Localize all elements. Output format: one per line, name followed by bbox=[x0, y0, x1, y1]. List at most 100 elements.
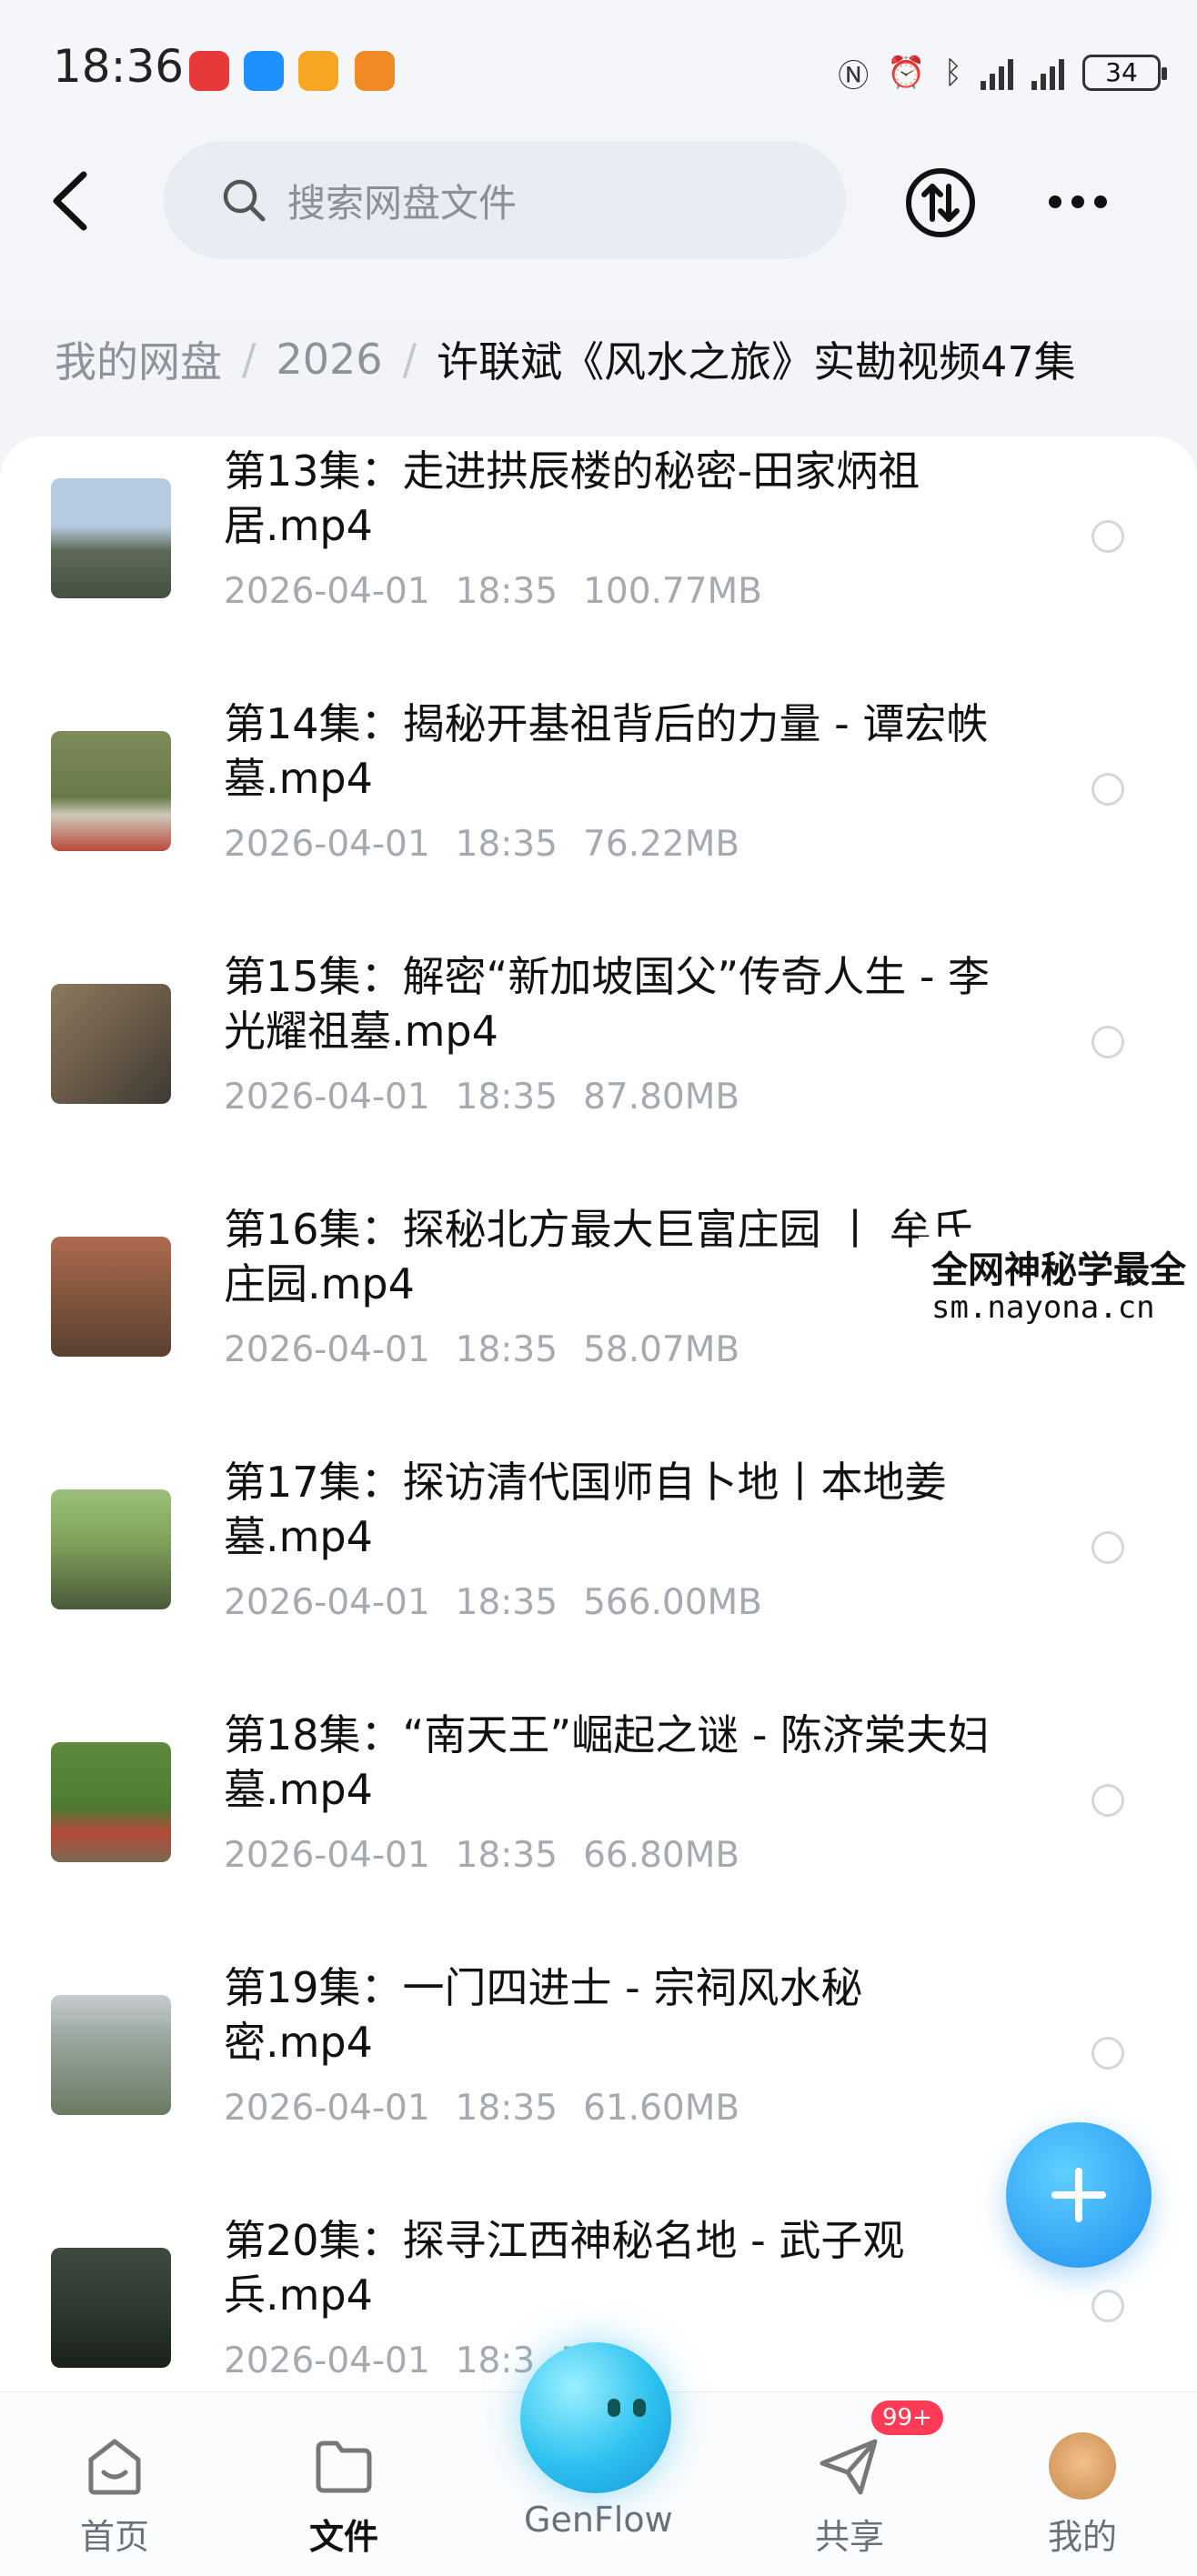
file-time: 18:35 bbox=[455, 571, 558, 612]
video-thumbnail bbox=[51, 1237, 171, 1357]
status-indicators: Ⓝ ⏰ ᛒ 34 bbox=[838, 47, 1167, 98]
file-row[interactable]: 第17集：探访清代国师自卜地丨本地姜墓.mp4 2026-04-01 18:35 5… bbox=[0, 1455, 1197, 1708]
orange-video-icon bbox=[298, 51, 338, 91]
file-name: 第13集：走进拱辰楼的秘密-田家炳祖居.mp4 bbox=[224, 446, 920, 550]
file-row[interactable]: 第15集：解密“新加坡国父”传奇人生 - 李光耀祖墓.mp4 2026-04-0… bbox=[0, 949, 1197, 1202]
search-placeholder: 搜索网盘文件 bbox=[287, 180, 518, 226]
select-radio[interactable] bbox=[1091, 2290, 1124, 2322]
video-thumbnail bbox=[51, 1742, 171, 1862]
breadcrumb-separator: / bbox=[402, 335, 417, 384]
nav-label: 共享 bbox=[814, 2517, 884, 2557]
file-name: 第19集：一门四进士 - 宗祠风水秘密.mp4 bbox=[224, 1963, 863, 2067]
file-row[interactable]: 第13集：走进拱辰楼的秘密-田家炳祖居.mp4 2026-04-01 18:35 1… bbox=[0, 444, 1197, 697]
file-row[interactable]: 第18集：“南天王”崛起之谜 - 陈济棠夫妇墓.mp4 2026-04-01 18… bbox=[0, 1708, 1197, 1960]
file-date: 2026-04-01 bbox=[224, 1329, 430, 1370]
select-radio[interactable] bbox=[1091, 1531, 1124, 1564]
file-date: 2026-04-01 bbox=[224, 2088, 430, 2129]
breadcrumb-item-current: 许联斌《风水之旅》实勘视频47集 bbox=[437, 337, 1076, 386]
file-size: 100.77MB bbox=[583, 571, 762, 612]
file-time: 18:35 bbox=[455, 1077, 558, 1118]
file-name: 第20集：探寻江西神秘名地 - 武子观兵.mp4 bbox=[224, 2216, 905, 2320]
nfc-icon: Ⓝ bbox=[838, 57, 870, 95]
nav-item-share[interactable]: 共享 bbox=[777, 2429, 922, 2559]
file-row[interactable]: 第14集：揭秘开基祖背后的力量 - 谭宏帙墓.mp4 2026-04-01 18:… bbox=[0, 697, 1197, 949]
battery-icon: 34 bbox=[1082, 55, 1167, 91]
file-size: 66.80MB bbox=[583, 1835, 740, 1876]
file-meta: 2026-04-01 18:35 66.80MB bbox=[224, 1835, 765, 1876]
file-date: 2026-04-01 bbox=[224, 1077, 430, 1118]
blue-weather-icon bbox=[244, 51, 284, 91]
file-date: 2026-04-01 bbox=[224, 1835, 430, 1876]
file-time: 18:35 bbox=[455, 824, 558, 865]
file-time: 18:35 bbox=[455, 1329, 558, 1370]
avatar-icon bbox=[1049, 2432, 1116, 2500]
file-size: 61.60MB bbox=[583, 2088, 740, 2129]
file-name: 第17集：探访清代国师自卜地丨本地姜墓.mp4 bbox=[224, 1458, 947, 1561]
file-meta: 2026-04-01 18:35 61.60MB bbox=[224, 2088, 765, 2129]
nav-label: GenFlow bbox=[524, 2500, 673, 2540]
file-meta: 2026-04-01 18:35 76.22MB bbox=[224, 824, 765, 865]
back-arrow-icon[interactable] bbox=[45, 169, 100, 233]
select-radio[interactable] bbox=[1091, 2037, 1124, 2070]
video-thumbnail bbox=[51, 478, 171, 598]
add-button[interactable] bbox=[1006, 2122, 1152, 2268]
folder-icon bbox=[316, 2441, 372, 2493]
nav-label: 我的 bbox=[1047, 2517, 1117, 2557]
file-time: 18:35 bbox=[455, 2088, 558, 2129]
nav-item-home[interactable]: 首页 bbox=[42, 2429, 187, 2559]
video-thumbnail bbox=[51, 984, 171, 1104]
search-icon bbox=[223, 179, 266, 222]
share-icon bbox=[820, 2439, 878, 2495]
nav-item-genflow[interactable]: GenFlow bbox=[524, 2500, 673, 2540]
signal-icon bbox=[981, 55, 1013, 90]
select-radio[interactable] bbox=[1091, 1026, 1124, 1058]
file-name: 第18集：“南天王”崛起之谜 - 陈济棠夫妇墓.mp4 bbox=[224, 1710, 991, 1814]
file-meta: 2026-04-01 18:35 87.80MB bbox=[224, 1077, 765, 1118]
video-thumbnail bbox=[51, 1489, 171, 1609]
watermark-line-1: 全网神秘学最全 bbox=[931, 1249, 1186, 1291]
bluetooth-icon: ᛒ bbox=[943, 55, 962, 91]
video-thumbnail bbox=[51, 731, 171, 851]
genflow-icon[interactable] bbox=[520, 2342, 671, 2493]
breadcrumb-separator: / bbox=[242, 335, 256, 384]
nav-label: 文件 bbox=[308, 2517, 378, 2557]
watermark-line-2: sm.nayona.cn bbox=[931, 1289, 1155, 1326]
file-time: 18:35 bbox=[455, 1582, 558, 1623]
file-size: 58.07MB bbox=[583, 1329, 740, 1370]
file-size: 87.80MB bbox=[583, 1077, 740, 1118]
file-meta: 2026-04-01 18:35 566.00MB bbox=[224, 1582, 788, 1623]
video-thumbnail bbox=[51, 1995, 171, 2115]
orange-box-icon bbox=[355, 51, 395, 91]
file-date: 2026-04-01 bbox=[224, 824, 430, 865]
file-meta: 2026-04-01 18:35 58.07MB bbox=[224, 1329, 765, 1370]
select-radio[interactable] bbox=[1091, 1784, 1124, 1817]
video-thumbnail bbox=[51, 2248, 171, 2368]
file-name: 第15集：解密“新加坡国父”传奇人生 - 李光耀祖墓.mp4 bbox=[224, 952, 991, 1056]
nav-item-me[interactable]: 我的 bbox=[1010, 2429, 1155, 2559]
status-bar: 18:36 Ⓝ ⏰ ᛒ 34 bbox=[0, 0, 1197, 136]
file-date: 2026-04-01 bbox=[224, 571, 430, 612]
select-radio[interactable] bbox=[1091, 520, 1124, 553]
red-app-icon bbox=[189, 51, 229, 91]
nav-item-files[interactable]: 文件 bbox=[271, 2429, 417, 2559]
file-name: 第16集：探秘北方最大巨富庄园 丨 牟氏庄园.mp4 bbox=[224, 1205, 973, 1308]
file-meta: 2026-04-01 18:35 100.77MB bbox=[224, 571, 788, 612]
breadcrumb-item-root[interactable]: 我的网盘 bbox=[55, 329, 222, 389]
watermark: 全网神秘学最全 sm.nayona.cn bbox=[919, 1237, 1197, 1337]
search-bar[interactable]: 搜索网盘文件 bbox=[164, 141, 846, 259]
file-date: 2026-04-01 bbox=[224, 2340, 430, 2381]
file-date: 2026-04-01 bbox=[224, 1582, 430, 1623]
more-options-icon[interactable] bbox=[1046, 191, 1110, 213]
file-list: 第13集：走进拱辰楼的秘密-田家炳祖居.mp4 2026-04-01 18:35 1… bbox=[0, 436, 1197, 2391]
breadcrumb-item-year[interactable]: 2026 bbox=[277, 335, 383, 384]
home-icon bbox=[88, 2439, 141, 2495]
status-time: 18:36 bbox=[53, 40, 185, 93]
file-time: 18:35 bbox=[455, 1835, 558, 1876]
file-size: 76.22MB bbox=[583, 824, 740, 865]
select-radio[interactable] bbox=[1091, 773, 1124, 806]
share-badge: 99+ bbox=[871, 2401, 943, 2435]
file-name: 第14集：揭秘开基祖背后的力量 - 谭宏帙墓.mp4 bbox=[224, 699, 989, 803]
file-time: 18:3 bbox=[455, 2340, 536, 2381]
file-size: 566.00MB bbox=[583, 1582, 762, 1623]
transfer-icon[interactable] bbox=[904, 166, 977, 239]
